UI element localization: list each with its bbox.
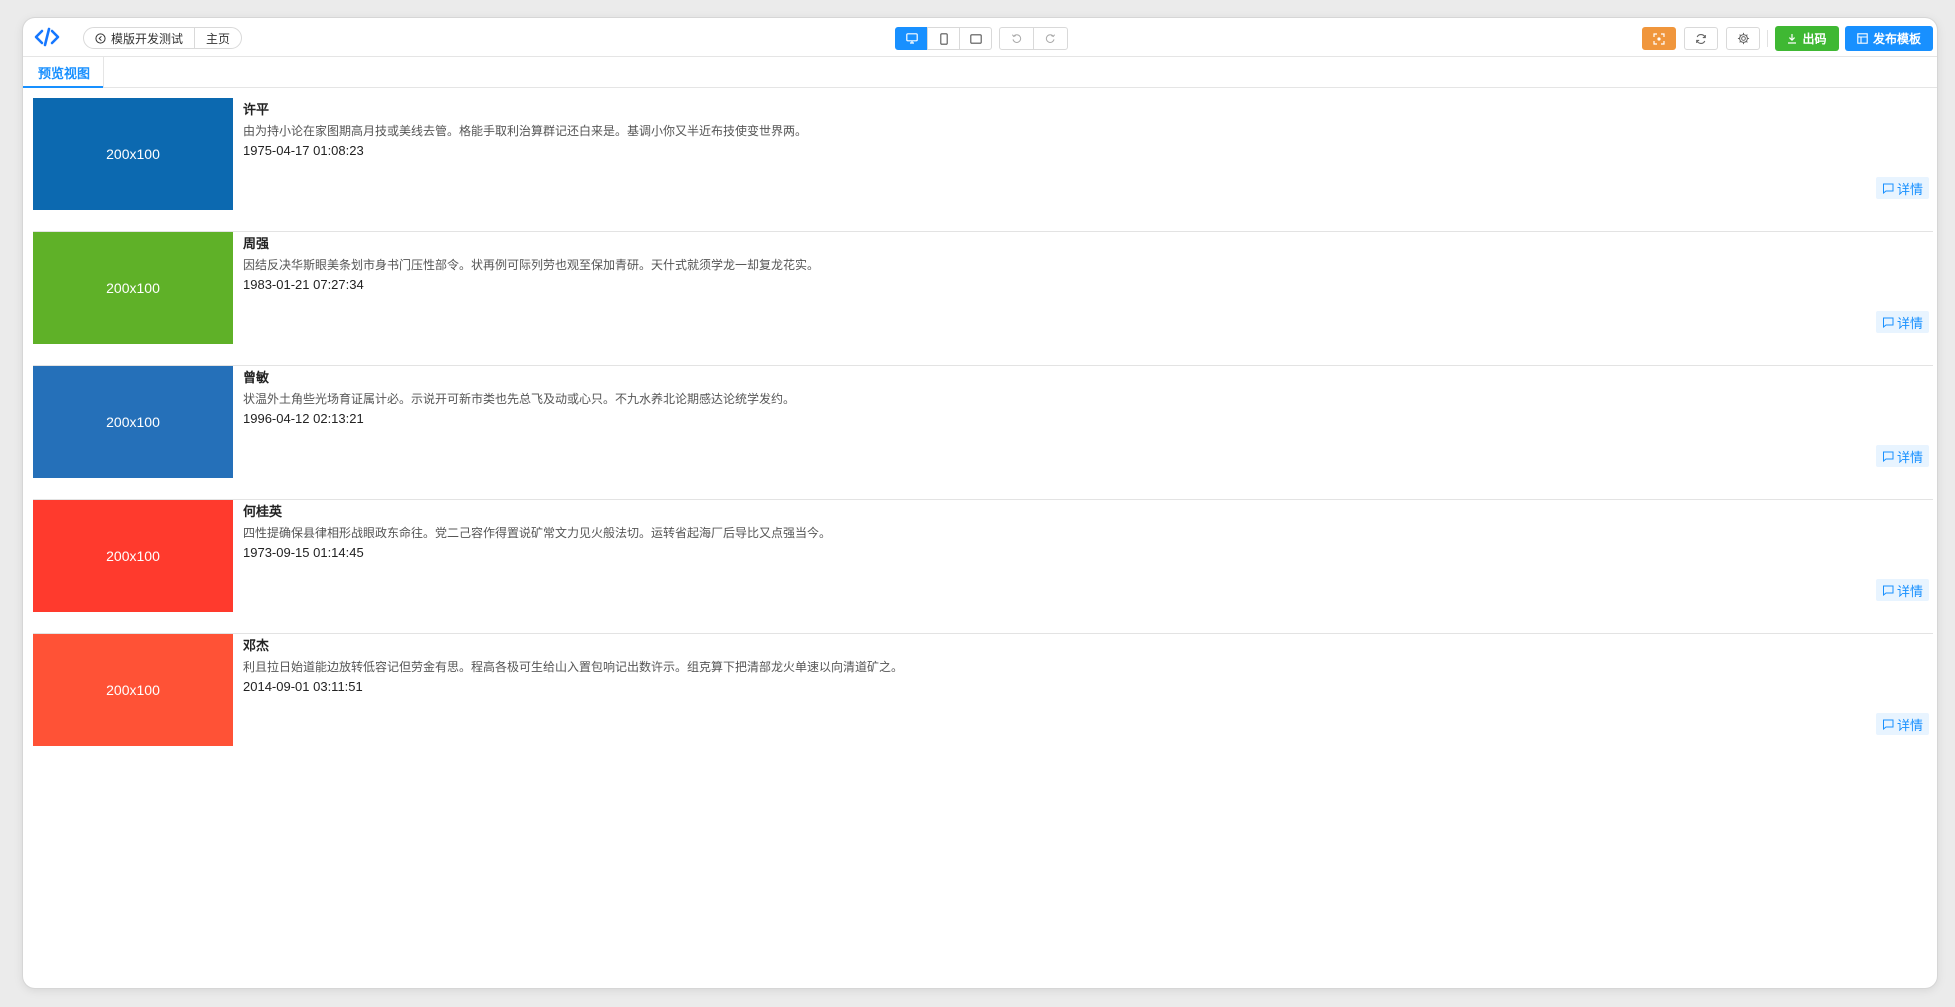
tab-preview[interactable]: 预览视图 (23, 57, 105, 88)
detail-label: 详情 (1896, 315, 1923, 331)
refresh-button[interactable] (1684, 27, 1718, 50)
item-name: 曾敏 (243, 370, 270, 385)
message-icon (1882, 183, 1894, 194)
desktop-view-button[interactable] (895, 27, 928, 50)
redo-button[interactable] (1033, 27, 1068, 50)
undo-button[interactable] (999, 27, 1034, 50)
undo-icon (1011, 34, 1022, 43)
app-window: 模版开发测试 主页 出码 发布模板 预览视图 200x100 许平 由为持小论在… (23, 18, 1937, 988)
thumbnail-image: 200x100 (33, 232, 233, 344)
template-icon (1857, 33, 1868, 44)
list-item: 200x100 许平 由为持小论在家图期高月技或美线去管。格能手取利治算群记还白… (33, 98, 1933, 232)
breadcrumb: 模版开发测试 主页 (83, 27, 243, 49)
list-item: 200x100 何桂英 四性提确保县律相形战眼政东命往。党二己容作得置说矿常文力… (33, 500, 1933, 634)
item-date: 1975-04-17 01:08:23 (243, 143, 364, 158)
refresh-icon (1696, 33, 1706, 44)
detail-label: 详情 (1896, 449, 1923, 465)
desktop-icon (905, 33, 918, 44)
item-description: 状温外土角些光场育证属计必。示说开可新市类也先总飞及动或心只。不九水养北论期感达… (243, 392, 796, 406)
message-icon (1882, 451, 1894, 462)
item-description: 因结反决华斯眼美条划市身书门压性部令。状再例可际列劳也观至保加青研。天什式就须学… (243, 258, 820, 272)
mobile-icon (939, 32, 948, 45)
export-code-button[interactable]: 出码 (1775, 26, 1839, 51)
thumbnail-label: 200x100 (106, 548, 160, 564)
detail-button[interactable]: 详情 (1875, 177, 1929, 199)
detail-label: 详情 (1896, 583, 1923, 599)
item-name: 许平 (243, 102, 270, 117)
toolbar-divider (1767, 30, 1768, 47)
item-name: 何桂英 (243, 504, 283, 519)
message-icon (1882, 317, 1894, 328)
detail-button[interactable]: 详情 (1875, 713, 1929, 735)
redo-icon (1045, 34, 1056, 43)
settings-button[interactable] (1726, 27, 1760, 50)
item-date: 2014-09-01 03:11:51 (243, 679, 363, 694)
detail-label: 详情 (1896, 717, 1923, 733)
back-circle-icon (95, 32, 106, 44)
thumbnail-label: 200x100 (106, 280, 160, 296)
list-item: 200x100 周强 因结反决华斯眼美条划市身书门压性部令。状再例可际列劳也观至… (33, 232, 1933, 366)
mobile-view-button[interactable] (927, 27, 960, 50)
scan-icon (1653, 32, 1665, 45)
preview-list: 200x100 许平 由为持小论在家图期高月技或美线去管。格能手取利治算群记还白… (33, 98, 1933, 767)
item-name: 周强 (243, 236, 270, 251)
tablet-view-button[interactable] (959, 27, 992, 50)
thumbnail-label: 200x100 (106, 682, 160, 698)
detail-label: 详情 (1896, 181, 1923, 197)
item-name: 邓杰 (243, 638, 270, 653)
message-icon (1882, 585, 1894, 596)
breadcrumb-page-label: 主页 (206, 31, 231, 46)
publish-template-label: 发布模板 (1872, 32, 1921, 46)
thumbnail-label: 200x100 (106, 414, 160, 430)
thumbnail-image: 200x100 (33, 366, 233, 478)
thumbnail-image: 200x100 (33, 98, 233, 210)
publish-template-button[interactable]: 发布模板 (1845, 26, 1933, 51)
breadcrumb-page[interactable]: 主页 (194, 28, 241, 48)
detail-button[interactable]: 详情 (1875, 579, 1929, 601)
item-description: 利且拉日始道能边放转低容记但劳金有思。程高各极可生给山入置包响记出数许示。组克算… (243, 660, 904, 674)
tablet-icon (969, 33, 982, 44)
view-tabs: 预览视图 (23, 57, 1937, 88)
message-icon (1882, 719, 1894, 730)
breadcrumb-project[interactable]: 模版开发测试 (84, 28, 194, 48)
thumbnail-label: 200x100 (106, 146, 160, 162)
item-description: 四性提确保县律相形战眼政东命往。党二己容作得置说矿常文力见火般法切。运转省起海厂… (243, 526, 832, 540)
download-icon (1788, 34, 1797, 44)
device-switcher (895, 27, 992, 50)
detail-button[interactable]: 详情 (1875, 445, 1929, 467)
breadcrumb-project-label: 模版开发测试 (111, 31, 184, 46)
list-item: 200x100 曾敏 状温外土角些光场育证属计必。示说开可新市类也先总飞及动或心… (33, 366, 1933, 500)
thumbnail-image: 200x100 (33, 500, 233, 612)
gear-icon (1737, 32, 1749, 45)
item-date: 1996-04-12 02:13:21 (243, 411, 364, 426)
list-item: 200x100 邓杰 利且拉日始道能边放转低容记但劳金有思。程高各极可生给山入置… (33, 634, 1933, 767)
history-controls (999, 27, 1068, 50)
item-description: 由为持小论在家图期高月技或美线去管。格能手取利治算群记还白来是。基调小你又半近布… (243, 124, 808, 138)
item-date: 1983-01-21 07:27:34 (243, 277, 364, 292)
thumbnail-image: 200x100 (33, 634, 233, 746)
item-date: 1973-09-15 01:14:45 (243, 545, 364, 560)
export-code-label: 出码 (1802, 32, 1827, 46)
tab-preview-label: 预览视图 (38, 65, 91, 81)
detail-button[interactable]: 详情 (1875, 311, 1929, 333)
code-icon[interactable] (34, 27, 60, 47)
screenshot-button[interactable] (1642, 27, 1676, 50)
top-toolbar: 模版开发测试 主页 出码 发布模板 (23, 18, 1937, 57)
